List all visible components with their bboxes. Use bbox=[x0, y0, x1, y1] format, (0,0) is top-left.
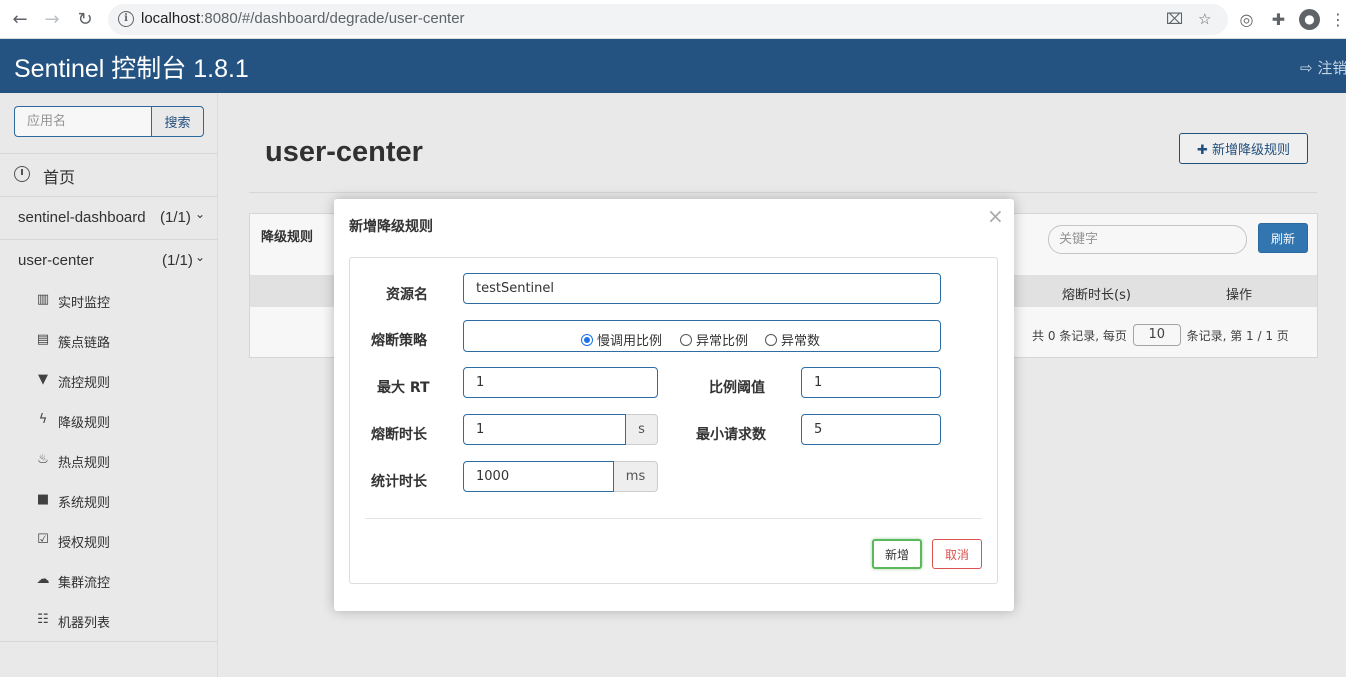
resource-name-label: 资源名 bbox=[386, 287, 428, 303]
more-menu-icon[interactable]: ⋮ bbox=[1330, 9, 1346, 30]
app-title[interactable]: Sentinel 控制台 1.8.1 bbox=[14, 49, 249, 85]
break-duration-label: 熔断时长 bbox=[371, 427, 427, 443]
ratio-threshold-label: 比例阈值 bbox=[709, 380, 765, 396]
radio-slow-call-ratio[interactable]: 慢调用比例 bbox=[581, 330, 662, 349]
sign-out-icon: ⇨ bbox=[1300, 59, 1313, 77]
radio-checked-icon bbox=[581, 334, 593, 346]
browser-toolbar: ← → ↻ i localhost:8080/#/dashboard/degra… bbox=[0, 0, 1346, 39]
radio-error-count[interactable]: 异常数 bbox=[765, 330, 820, 349]
stat-duration-label: 统计时长 bbox=[371, 474, 427, 490]
logout-link[interactable]: ⇨ 注销 bbox=[1300, 57, 1346, 78]
app-header: Sentinel 控制台 1.8.1 ⇨ 注销 bbox=[0, 39, 1346, 93]
forward-arrow-icon[interactable]: → bbox=[40, 8, 64, 32]
radio-label: 异常数 bbox=[781, 334, 821, 349]
url-text: localhost:8080/#/dashboard/degrade/user-… bbox=[141, 10, 465, 27]
min-request-input[interactable]: 5 bbox=[801, 414, 941, 445]
close-icon[interactable]: × bbox=[987, 204, 1004, 228]
bookmark-star-icon[interactable]: ☆ bbox=[1198, 10, 1211, 28]
radio-unchecked-icon bbox=[765, 334, 777, 346]
break-duration-unit: s bbox=[626, 414, 658, 445]
dialog-form: 资源名 testSentinel 熔断策略 慢调用比例 异常比例 异常数 最大 … bbox=[349, 257, 998, 584]
ratio-threshold-input[interactable]: 1 bbox=[801, 367, 941, 398]
strategy-label: 熔断策略 bbox=[371, 333, 427, 349]
submit-add-button[interactable]: 新增 bbox=[872, 539, 922, 569]
radio-unchecked-icon bbox=[680, 334, 692, 346]
max-rt-input[interactable]: 1 bbox=[463, 367, 658, 398]
radio-label: 慢调用比例 bbox=[597, 334, 663, 349]
address-bar[interactable]: i localhost:8080/#/dashboard/degrade/use… bbox=[108, 4, 1228, 35]
extension-icon[interactable]: ◎ bbox=[1236, 9, 1257, 30]
dialog-title: 新增降级规则 bbox=[349, 219, 433, 235]
form-divider bbox=[365, 518, 982, 519]
profile-avatar-icon[interactable]: ● bbox=[1299, 9, 1320, 30]
stat-duration-unit: ms bbox=[614, 461, 658, 492]
site-info-icon[interactable]: i bbox=[118, 11, 134, 27]
puzzle-extensions-icon[interactable]: ✚ bbox=[1268, 9, 1289, 30]
stat-duration-input[interactable]: 1000 bbox=[463, 461, 614, 492]
min-request-label: 最小请求数 bbox=[696, 427, 766, 443]
reload-icon[interactable]: ↻ bbox=[73, 8, 97, 32]
translate-icon[interactable]: ⌧ bbox=[1166, 10, 1183, 28]
resource-name-input[interactable]: testSentinel bbox=[463, 273, 941, 304]
add-degrade-rule-dialog: 新增降级规则 × 资源名 testSentinel 熔断策略 慢调用比例 异常比… bbox=[334, 199, 1014, 611]
break-duration-input[interactable]: 1 bbox=[463, 414, 626, 445]
radio-label: 异常比例 bbox=[696, 334, 749, 349]
back-arrow-icon[interactable]: ← bbox=[8, 8, 32, 32]
radio-error-ratio[interactable]: 异常比例 bbox=[680, 330, 748, 349]
strategy-radio-group: 慢调用比例 异常比例 异常数 bbox=[463, 320, 941, 352]
max-rt-label: 最大 RT bbox=[377, 380, 430, 396]
cancel-button[interactable]: 取消 bbox=[932, 539, 982, 569]
